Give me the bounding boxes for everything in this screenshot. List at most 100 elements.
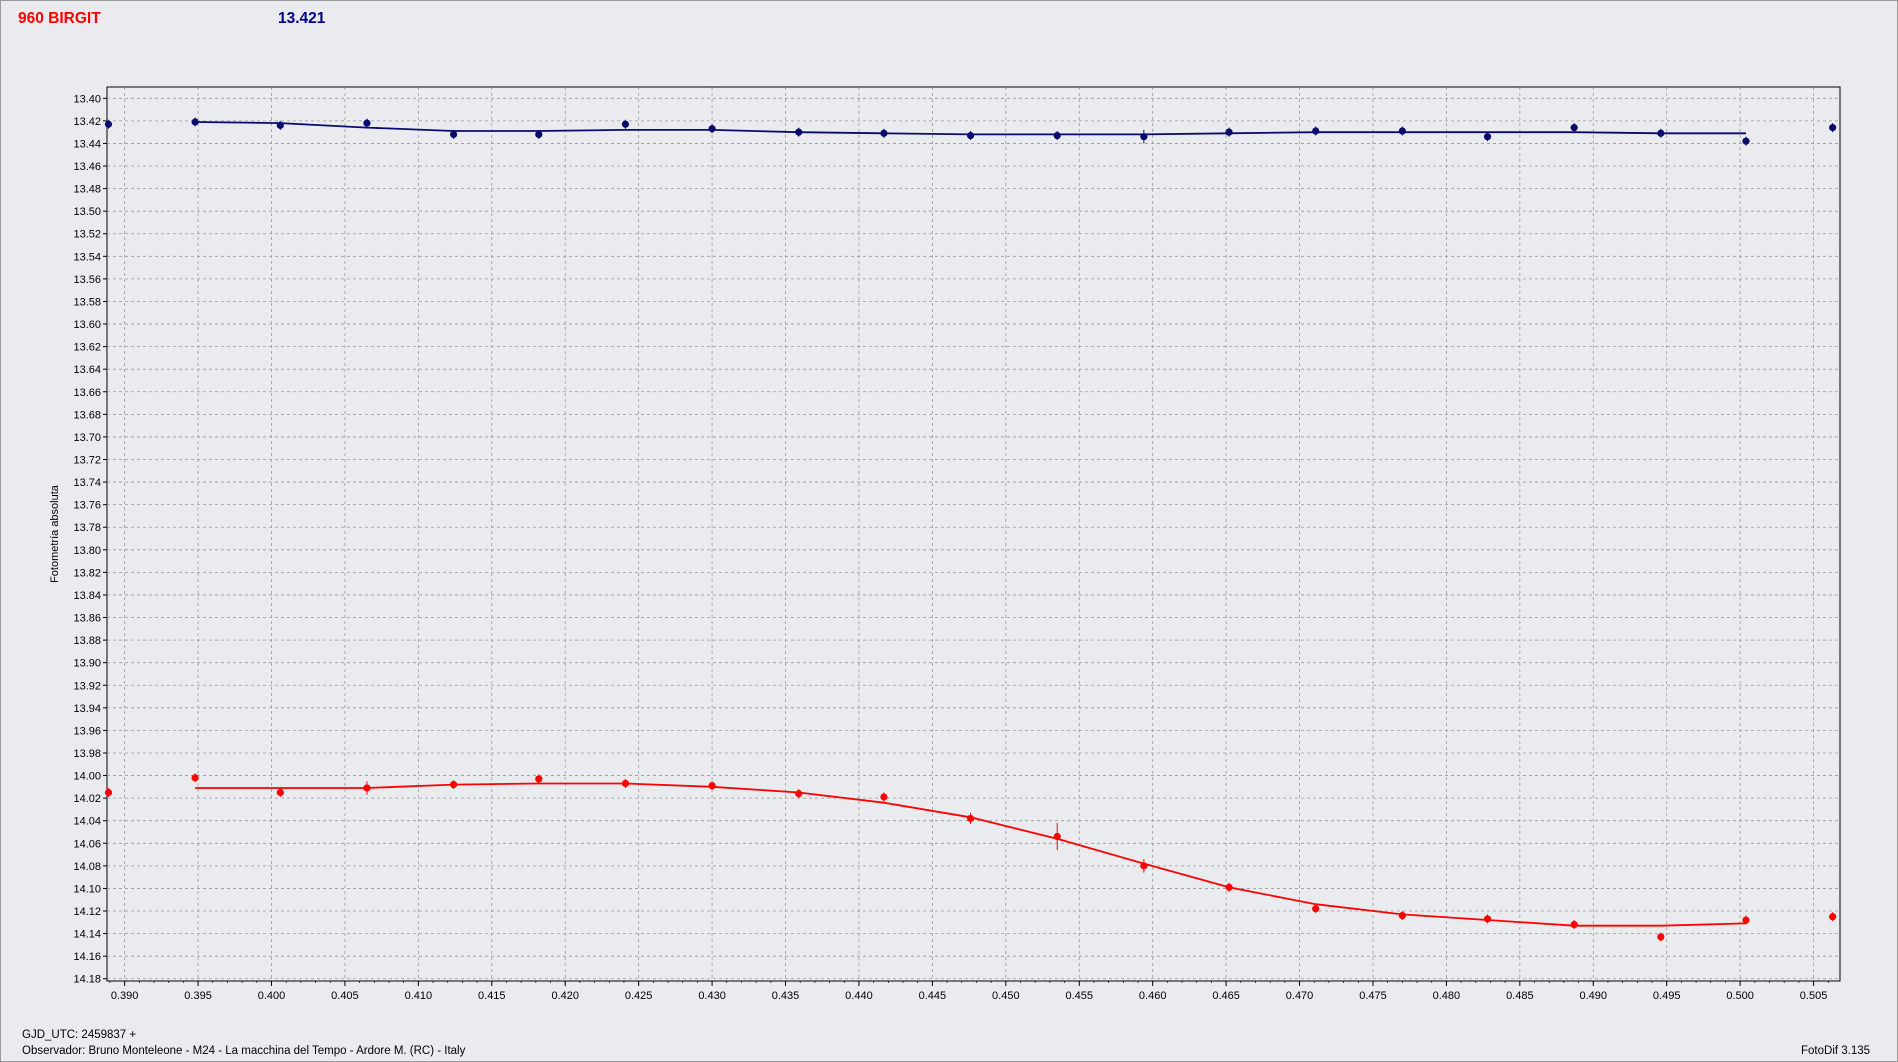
y-tick-label: 13.80 [73,545,101,557]
data-point[interactable] [276,788,284,797]
data-point[interactable] [1829,913,1837,921]
data-point[interactable] [1053,832,1061,841]
x-tick-label: 0.410 [405,990,433,1002]
y-tick-label: 13.86 [73,613,101,625]
data-point[interactable] [880,129,888,137]
y-tick-label: 13.54 [73,251,101,263]
data-point[interactable] [191,118,199,126]
x-tick-label: 0.460 [1139,990,1167,1002]
data-point[interactable] [708,782,716,790]
data-point[interactable] [1312,905,1320,913]
y-tick-label: 13.82 [73,567,101,579]
data-point[interactable] [191,774,199,782]
plot-area[interactable] [106,86,1841,982]
y-tick-label: 13.72 [73,455,101,467]
y-tick-label: 13.98 [73,748,101,760]
y-tick-label: 13.64 [73,364,101,376]
y-tick-label: 13.88 [73,635,101,647]
y-tick-label: 13.76 [73,500,101,512]
x-tick-label: 0.505 [1800,990,1828,1002]
y-axis-label: Fotometría absoluta [49,484,61,583]
y-tick-label: 13.44 [73,138,101,150]
data-point[interactable] [1225,883,1233,891]
x-tick-label: 0.470 [1286,990,1314,1002]
data-point[interactable] [1140,862,1148,870]
x-tick-label: 0.420 [551,990,579,1002]
y-tick-label: 13.62 [73,342,101,354]
x-tick-label: 0.490 [1580,990,1608,1002]
data-point[interactable] [1483,915,1492,923]
data-point[interactable] [450,130,458,139]
x-tick-label: 0.425 [625,990,653,1002]
data-point[interactable] [1398,127,1406,135]
data-point[interactable] [1570,124,1578,132]
gjd-label: GJD_UTC: 2459837 + [22,1029,137,1041]
data-point[interactable] [966,814,975,823]
y-tick-label: 14.16 [73,951,101,963]
data-point[interactable] [104,788,113,797]
x-tick-label: 0.455 [1065,990,1093,1002]
version-label: FotoDif 3.135 [1801,1045,1871,1057]
data-point[interactable] [1225,128,1233,136]
data-point[interactable] [708,125,716,133]
y-tick-label: 14.14 [73,929,101,941]
y-tick-label: 14.02 [73,793,101,805]
data-point[interactable] [795,128,803,136]
x-tick-label: 0.500 [1726,990,1754,1002]
data-point[interactable] [1140,133,1148,141]
data-point[interactable] [795,790,803,798]
observer-label: Observador: Bruno Monteleone - M24 - La … [22,1045,466,1057]
data-point[interactable] [966,131,975,140]
data-point[interactable] [104,120,113,128]
x-tick-label: 0.390 [111,990,139,1002]
y-tick-label: 13.58 [73,296,101,308]
y-tick-label: 14.08 [73,861,101,873]
data-point[interactable] [535,130,543,139]
data-point[interactable] [1570,920,1578,929]
y-tick-label: 13.42 [73,116,101,128]
y-tick-label: 13.70 [73,432,101,444]
data-point[interactable] [1312,127,1320,135]
data-point[interactable] [363,784,371,792]
data-point[interactable] [535,775,543,783]
x-tick-label: 0.415 [478,990,506,1002]
data-point[interactable] [621,779,630,788]
y-tick-label: 14.18 [73,974,101,986]
x-tick-label: 0.480 [1433,990,1461,1002]
y-tick-label: 14.04 [73,816,101,828]
x-tick-label: 0.450 [992,990,1020,1002]
y-tick-label: 13.66 [73,387,101,399]
y-tick-label: 13.74 [73,477,101,489]
data-point[interactable] [1742,916,1750,924]
y-tick-label: 14.10 [73,883,101,895]
data-point[interactable] [363,119,371,127]
y-tick-label: 13.84 [73,590,101,602]
data-point[interactable] [1657,129,1665,137]
x-tick-label: 0.485 [1506,990,1534,1002]
y-tick-label: 14.12 [73,906,101,918]
data-point[interactable] [450,780,458,789]
light-curve-chart[interactable]: 13.40 13.42 13.44 13.46 13.48 13.50 13.52 13.54… [0,0,1898,1062]
y-tick-label: 13.48 [73,184,101,196]
y-tick-label: 13.52 [73,229,101,241]
data-point[interactable] [621,120,630,128]
x-tick-label: 0.465 [1212,990,1240,1002]
y-tick-label: 13.78 [73,522,101,534]
data-point[interactable] [1657,933,1665,941]
y-tick-label: 13.46 [73,161,101,173]
x-tick-label: 0.430 [698,990,726,1002]
data-point[interactable] [1829,124,1837,132]
x-tick-label: 0.440 [845,990,873,1002]
x-tick-label: 0.395 [184,990,212,1002]
y-tick-label: 13.94 [73,703,101,715]
data-point[interactable] [1398,911,1406,920]
data-point[interactable] [880,793,888,801]
data-point[interactable] [1053,131,1061,140]
data-point[interactable] [1742,137,1750,145]
data-point[interactable] [276,121,284,129]
data-point[interactable] [1483,133,1492,141]
y-tick-label: 13.40 [73,93,101,105]
y-tick-label: 13.50 [73,206,101,218]
y-tick-label: 14.06 [73,838,101,850]
y-tick-label: 13.90 [73,658,101,670]
